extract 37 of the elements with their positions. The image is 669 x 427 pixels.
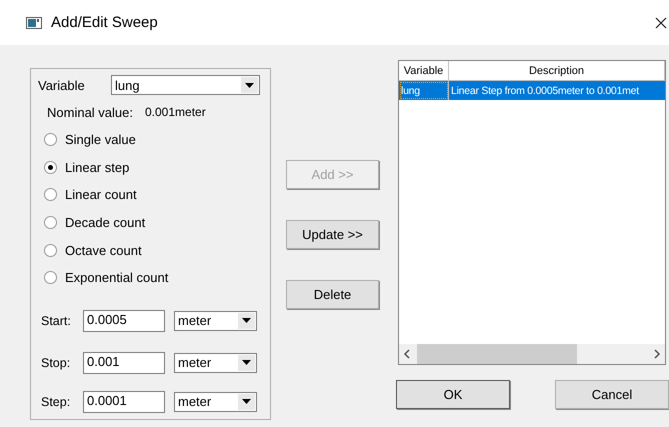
list-row[interactable]: lung Linear Step from 0.0005meter to 0.001met [399,81,665,100]
action-button[interactable]: Update >> [286,220,379,249]
caret-icon [242,399,251,404]
mode-radio[interactable]: Decade count [38,208,146,236]
scroll-right-icon[interactable] [653,349,661,359]
variable-dropdown[interactable]: lung [111,75,260,95]
unit-dropdown[interactable]: meter [174,392,257,412]
action-button[interactable]: Delete [286,280,379,309]
value-field[interactable]: 0.001 [83,352,165,374]
dialog-button[interactable]: Cancel [555,380,669,409]
mode-radio[interactable]: Exponential count [38,264,168,292]
table-cell: lung [399,81,449,100]
variable-label: Variable [38,78,86,92]
mode-radio[interactable]: Linear count [38,181,137,209]
close-icon[interactable] [655,16,667,28]
value-field[interactable]: 0.0001 [83,390,165,413]
nominal-label: Nominal value: [47,105,133,120]
dialog-button[interactable]: OK [396,380,510,409]
range-label: Stop: [40,356,72,370]
scroll-thumb[interactable] [417,344,577,364]
app-icon [26,16,42,28]
scroll-left-icon[interactable] [403,349,411,359]
unit-dropdown[interactable]: meter [174,352,257,373]
unit-dropdown[interactable]: meter [174,310,257,331]
mode-radio[interactable]: Single value [38,126,136,154]
caret-icon [242,360,251,366]
nominal-value: 0.001meter [145,105,206,120]
caret-icon [245,82,254,88]
horizontal-scrollbar[interactable] [399,344,665,364]
table-cell-text: Linear Step from 0.0005meter to 0.001met [450,84,640,98]
range-label: Start: [40,314,72,328]
caret-icon [242,318,251,324]
window-title: Add/Edit Sweep [51,14,158,31]
mode-radio[interactable]: Linear step [38,154,130,182]
mode-radio[interactable]: Octave count [38,236,142,264]
value-field[interactable]: 0.0005 [83,310,165,332]
range-label: Step: [40,394,72,409]
